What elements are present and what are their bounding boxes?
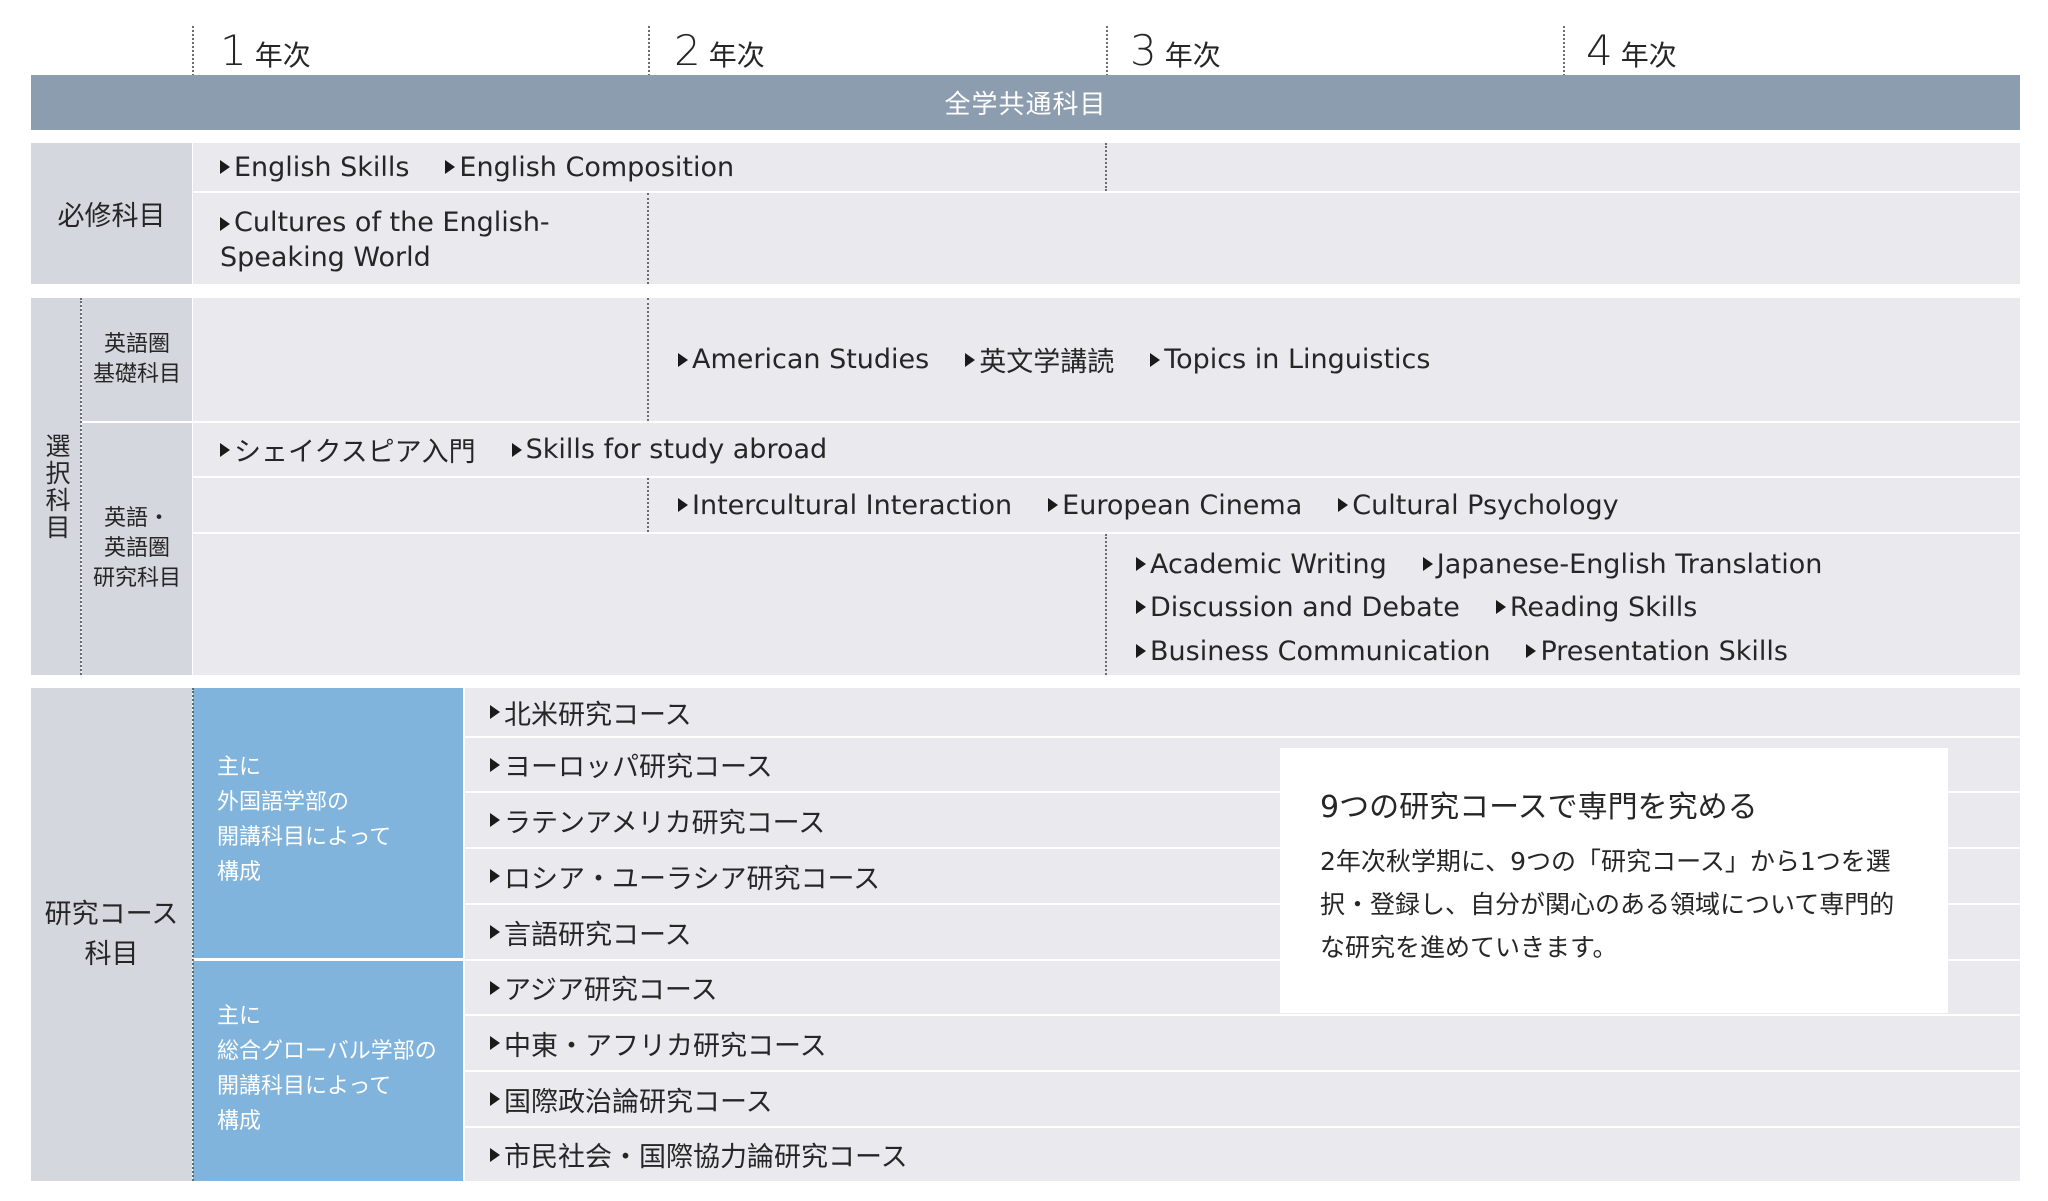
arrow-icon [1495,600,1506,614]
subject-item: Academic Writing [1136,549,1387,580]
arrow-icon [490,1036,500,1050]
basic-row-items: American Studies 英文学講読 Topics in Linguis… [678,298,1430,421]
arrow-icon [1048,498,1059,512]
course-group-2: 主に 総合グローバル学部の 開講科目によって 構成 [193,961,463,1181]
year-divider [1563,26,1565,76]
arrow-icon [511,442,522,457]
common-subjects-banner: 全学共通科目 [31,75,2020,130]
subject-item: European Cinema [1048,490,1302,521]
arrow-icon [490,869,500,883]
grid-divider [192,688,194,1181]
arrow-icon [490,813,500,827]
callout-body: 2年次秋学期に、9つの「研究コース」から1つを選択・登録し、自分が関心のある領域… [1320,847,1895,962]
subject-item: 英文学講読 [965,340,1114,379]
subject-item: Skills for study abroad [511,434,827,465]
course-item: 国際政治論研究コース [490,1072,773,1126]
basic-subjects-label: 英語圏 基礎科目 [82,298,192,421]
arrow-icon [445,160,456,174]
subject-item: English Composition [445,152,734,183]
subject-item: American Studies [678,344,929,375]
year-divider [648,26,650,76]
course-item: アジア研究コース [490,961,718,1014]
year-divider [1106,26,1108,76]
year-2-header: 2 年次 [674,26,765,75]
research-course-label: 研究コース 科目 [31,688,192,1181]
course-item: 北米研究コース [490,688,692,736]
arrow-icon [490,925,500,939]
research-row-a-items: シェイクスピア入門 Skills for study abroad [220,423,827,476]
subject-item: Intercultural Interaction [678,490,1012,521]
course-item: ラテンアメリカ研究コース [490,793,825,847]
subject-item: Reading Skills [1495,592,1697,623]
course-item: 中東・アフリカ研究コース [490,1016,827,1070]
grid-divider [1105,534,1107,675]
subject-item: Business Communication [1136,636,1490,667]
course-row [465,688,2020,736]
arrow-icon [1150,352,1161,367]
subject-item: English Skills [220,152,409,183]
required-label: 必修科目 [31,143,192,284]
subject-item: Discussion and Debate [1136,592,1460,623]
course-item: ロシア・ユーラシア研究コース [490,849,880,903]
required-row-1-items: English Skills English Composition [220,143,734,191]
arrow-icon [490,1092,500,1106]
subject-item: Presentation Skills [1526,636,1788,667]
arrow-icon [490,705,500,719]
subject-item: Topics in Linguistics [1150,344,1430,375]
course-item: ヨーロッパ研究コース [490,738,773,791]
year-4-header: 4 年次 [1586,26,1677,75]
grid-divider [647,298,649,421]
arrow-icon [1422,557,1433,571]
callout-title: 9つの研究コースで専門を究める [1320,790,1758,825]
arrow-icon [490,980,500,995]
year-3-header: 3 年次 [1130,26,1221,75]
research-row-c1-items: Academic Writing Japanese-English Transl… [1136,544,1822,584]
year-divider [192,26,194,76]
arrow-icon [490,1147,500,1162]
arrow-icon [965,352,976,367]
course-group-1: 主に 外国語学部の 開講科目によって 構成 [193,688,463,958]
arrow-icon [1136,644,1146,658]
arrow-icon [678,352,688,367]
grid-divider [647,193,649,284]
subject-item: Cultural Psychology [1338,490,1619,521]
research-row-c3-items: Business Communication Presentation Skil… [1136,631,1788,671]
arrow-icon [1136,557,1146,571]
arrow-icon [1526,644,1537,658]
arrow-icon [678,498,688,512]
research-row-b-items: Intercultural Interaction European Cinem… [678,478,1619,532]
arrow-icon [220,216,230,231]
grid-divider [647,478,649,532]
required-row-2-item: Cultures of the English- Speaking World [220,207,550,273]
grid-divider [1105,143,1107,191]
course-item: 言語研究コース [490,905,692,959]
course-item: 市民社会・国際協力論研究コース [490,1128,908,1181]
arrow-icon [220,442,230,457]
year-1-header: 1 年次 [220,26,311,75]
arrow-icon [490,757,500,772]
research-subjects-label: 英語・ 英語圏 研究科目 [82,423,192,675]
callout-box: 9つの研究コースで専門を究める 2年次秋学期に、9つの「研究コース」から1つを選… [1280,748,1948,1013]
subject-item: シェイクスピア入門 [220,430,476,469]
research-row-c2-items: Discussion and Debate Reading Skills [1136,587,1697,627]
arrow-icon [1136,600,1146,614]
arrow-icon [1338,498,1349,512]
elective-label: 選択科目 [31,298,81,675]
subject-item: Japanese-English Translation [1422,549,1822,580]
arrow-icon [220,160,230,174]
